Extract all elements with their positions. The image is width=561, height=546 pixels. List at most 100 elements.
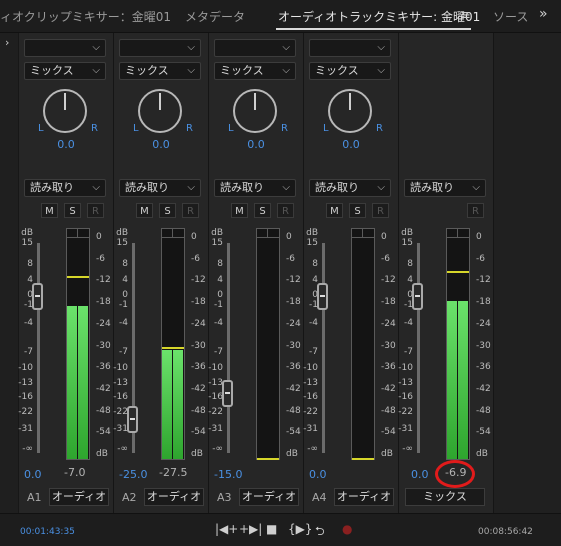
track-4-automation-dropdown[interactable]: 読み取り ⌵ xyxy=(309,179,391,197)
fader-scale-tick: -22 xyxy=(113,407,128,417)
track-1-solo-button[interactable]: S xyxy=(64,203,81,218)
meter-scale-tick: -24 xyxy=(476,318,491,329)
track-2-pan-knob[interactable] xyxy=(138,89,182,133)
stop-button[interactable]: ■ xyxy=(266,522,277,536)
track-1-output-dropdown[interactable]: ミックス ⌵ xyxy=(24,62,106,80)
track-1-automation-dropdown[interactable]: 読み取り ⌵ xyxy=(24,179,106,197)
meter-divider xyxy=(457,229,458,237)
fader-scale-tick: -1 xyxy=(404,300,413,310)
fader-scale-tick: 0 xyxy=(27,290,33,300)
track-4-volume-fader[interactable] xyxy=(317,283,328,310)
master-record-enable-button[interactable]: R xyxy=(467,203,484,218)
track-3-pan-knob[interactable] xyxy=(233,89,277,133)
knob-indicator xyxy=(254,93,256,110)
meter-bar-right xyxy=(458,301,468,459)
master-automation-dropdown[interactable]: 読み取り ⌵ xyxy=(404,179,486,197)
record-button[interactable]: ● xyxy=(342,522,352,536)
pan-right-label: R xyxy=(91,123,98,134)
track-1-volume-value[interactable]: 0.0 xyxy=(24,468,42,481)
fader-scale-tick: 4 xyxy=(312,275,318,285)
fader-scale-tick: -13 xyxy=(398,378,413,388)
track-2-volume-fader[interactable] xyxy=(127,405,138,433)
meter-scale-tick: -54 xyxy=(476,427,491,438)
track-2-track-name[interactable]: オーディオ xyxy=(144,488,204,506)
go-to-out-button[interactable]: +▶| xyxy=(239,522,262,536)
track-2-input-dropdown[interactable]: ⌵ xyxy=(119,39,201,57)
meter-divider xyxy=(172,229,173,237)
track-2-solo-button[interactable]: S xyxy=(159,203,176,218)
track-4-output-dropdown[interactable]: ミックス ⌵ xyxy=(309,62,391,80)
meter-bar-left xyxy=(162,350,172,459)
fader-scale-tick: 8 xyxy=(312,259,318,269)
track-4-volume-value[interactable]: 0.0 xyxy=(309,468,327,481)
transport-bar xyxy=(0,513,561,546)
fader-scale-tick: -7 xyxy=(24,347,33,357)
tab-metadata[interactable]: メタデータ xyxy=(185,8,245,25)
track-4-input-dropdown[interactable]: ⌵ xyxy=(309,39,391,57)
track-4-mute-button[interactable]: M xyxy=(326,203,343,218)
tab-source[interactable]: ソース xyxy=(493,8,528,25)
expand-effects-icon[interactable]: › xyxy=(5,36,9,49)
track-2-output-dropdown[interactable]: ミックス ⌵ xyxy=(119,62,201,80)
play-in-to-out-button[interactable]: {▶} xyxy=(288,522,313,536)
track-3-automation-dropdown[interactable]: 読み取り ⌵ xyxy=(214,179,296,197)
track-3-volume-value[interactable]: -15.0 xyxy=(214,468,242,481)
track-3-input-dropdown[interactable]: ⌵ xyxy=(214,39,296,57)
effects-gutter xyxy=(0,33,19,513)
track-4-track-name[interactable]: オーディオ xyxy=(334,488,394,506)
track-2-pan-value[interactable]: 0.0 xyxy=(141,138,181,151)
track-1-mute-button[interactable]: M xyxy=(41,203,58,218)
fader-scale-tick: -10 xyxy=(398,363,413,373)
output-label: ミックス xyxy=(30,64,74,77)
meter-scale-tick: 0 xyxy=(476,232,482,242)
track-1-pan-knob[interactable] xyxy=(43,89,87,133)
track-3-volume-fader[interactable] xyxy=(222,380,233,408)
fader-grip xyxy=(130,417,135,420)
track-2-mute-button[interactable]: M xyxy=(136,203,153,218)
track-4-pan-value[interactable]: 0.0 xyxy=(331,138,371,151)
chevron-down-icon: ⌵ xyxy=(92,182,100,193)
track-1-record-enable-button[interactable]: R xyxy=(87,203,104,218)
tab-audio-clip-mixer[interactable]: ィオクリップミキサー：金曜01 xyxy=(0,8,171,25)
master-track-name[interactable]: ミックス xyxy=(405,488,485,506)
track-1-pan-value[interactable]: 0.0 xyxy=(46,138,86,151)
current-timecode[interactable]: 00:01:43:35 xyxy=(20,527,75,537)
track-3-pan-value[interactable]: 0.0 xyxy=(236,138,276,151)
master-volume-fader[interactable] xyxy=(412,283,423,310)
fader-scale-tick: -∞ xyxy=(212,444,223,454)
track-3-record-enable-button[interactable]: R xyxy=(277,203,294,218)
track-1-peak-value: -7.0 xyxy=(64,466,86,479)
fader-scale-tick: 8 xyxy=(27,259,33,269)
track-2-volume-value[interactable]: -25.0 xyxy=(119,468,147,481)
track-2-automation-dropdown[interactable]: 読み取り ⌵ xyxy=(119,179,201,197)
tab-audio-track-mixer[interactable]: オーディオトラックミキサー: 金曜01 xyxy=(278,8,480,25)
fader-scale-tick: -16 xyxy=(398,392,413,402)
track-3-solo-button[interactable]: S xyxy=(254,203,271,218)
loop-button[interactable]: ⮌ xyxy=(315,522,325,543)
fader-scale-tick: -∞ xyxy=(117,444,128,454)
fader-scale-tick: -4 xyxy=(309,318,318,328)
fader-scale-tick: -7 xyxy=(309,347,318,357)
go-to-in-button[interactable]: |◀+ xyxy=(215,522,238,536)
track-1-input-dropdown[interactable]: ⌵ xyxy=(24,39,106,57)
fader-scale-tick: 4 xyxy=(27,275,33,285)
track-4-solo-button[interactable]: S xyxy=(349,203,366,218)
panel-menu-icon[interactable]: ≡ xyxy=(460,8,471,23)
track-1-volume-fader[interactable] xyxy=(32,283,43,310)
track-3-track-name[interactable]: オーディオ xyxy=(239,488,299,506)
track-4-record-enable-button[interactable]: R xyxy=(372,203,389,218)
peak-hold-marker xyxy=(162,347,184,350)
fader-scale-tick: -13 xyxy=(303,378,318,388)
track-4-pan-knob[interactable] xyxy=(328,89,372,133)
track-3-output-dropdown[interactable]: ミックス ⌵ xyxy=(214,62,296,80)
meter-scale-tick: -30 xyxy=(476,340,491,351)
fader-grip xyxy=(225,392,230,395)
more-tabs-icon[interactable]: » xyxy=(539,6,548,22)
track-2-record-enable-button[interactable]: R xyxy=(182,203,199,218)
pan-left-label: L xyxy=(38,123,44,134)
fader-scale-tick: -13 xyxy=(113,378,128,388)
track-1-track-name[interactable]: オーディオ xyxy=(49,488,109,506)
db-label: dB xyxy=(116,228,128,238)
master-volume-value[interactable]: 0.0 xyxy=(411,468,429,481)
track-3-mute-button[interactable]: M xyxy=(231,203,248,218)
